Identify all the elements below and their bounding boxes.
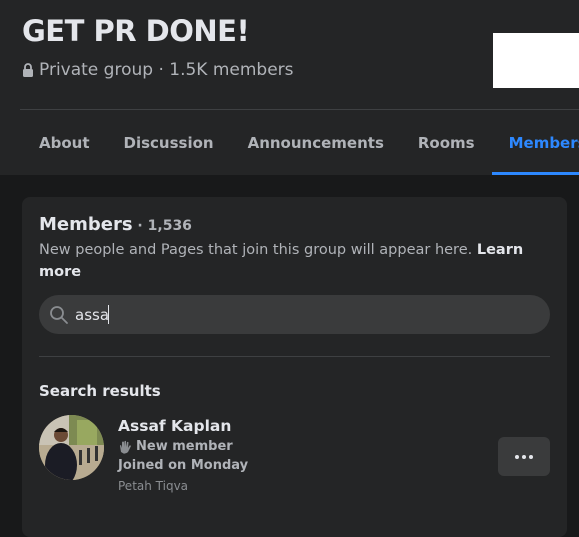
- new-member-badge: New member: [118, 439, 233, 454]
- list-item: Assaf Kaplan New member Joined on Monday…: [39, 415, 550, 493]
- cover-image: [493, 33, 579, 88]
- text-caret: [108, 305, 110, 324]
- wave-icon: [120, 440, 131, 454]
- badge-label: New member: [136, 439, 233, 454]
- members-description: New people and Pages that join this grou…: [39, 239, 539, 283]
- description-text: New people and Pages that join this grou…: [39, 242, 473, 258]
- search-results-heading: Search results: [39, 382, 161, 400]
- tab-about[interactable]: About: [22, 110, 107, 175]
- member-location: Petah Tiqva: [118, 479, 189, 493]
- more-options-button[interactable]: [498, 437, 550, 476]
- member-count-link[interactable]: 1.5K members: [169, 60, 293, 80]
- avatar[interactable]: [39, 415, 104, 480]
- meta-separator: ·: [153, 60, 170, 80]
- member-joined: Joined on Monday: [118, 458, 249, 473]
- members-card: Members · 1,536 New people and Pages tha…: [22, 197, 567, 537]
- members-count-sep: ·: [132, 218, 148, 234]
- group-tabs: About Discussion Announcements Rooms Mem…: [22, 110, 579, 175]
- search-icon: [50, 305, 68, 324]
- member-name[interactable]: Assaf Kaplan: [118, 417, 231, 435]
- more-dots-icon: [515, 454, 519, 459]
- tab-members[interactable]: Members: [491, 110, 579, 175]
- search-input[interactable]: assa: [75, 306, 109, 324]
- privacy-label: Private group: [39, 60, 154, 80]
- members-title: Members: [39, 214, 133, 235]
- more-dots-icon: [522, 454, 526, 459]
- members-count: 1,536: [147, 218, 192, 234]
- tab-discussion[interactable]: Discussion: [107, 110, 231, 175]
- members-heading: Members · 1,536: [39, 214, 192, 235]
- divider: [39, 356, 550, 357]
- tab-rooms[interactable]: Rooms: [401, 110, 492, 175]
- tab-announcements[interactable]: Announcements: [231, 110, 401, 175]
- member-search-box[interactable]: assa: [39, 295, 550, 334]
- group-title: GET PR DONE!: [22, 14, 250, 48]
- lock-icon: [23, 63, 33, 77]
- group-header: GET PR DONE! Private group · 1.5K member…: [0, 0, 579, 175]
- group-meta: Private group · 1.5K members: [22, 60, 294, 80]
- more-dots-icon: [529, 454, 533, 459]
